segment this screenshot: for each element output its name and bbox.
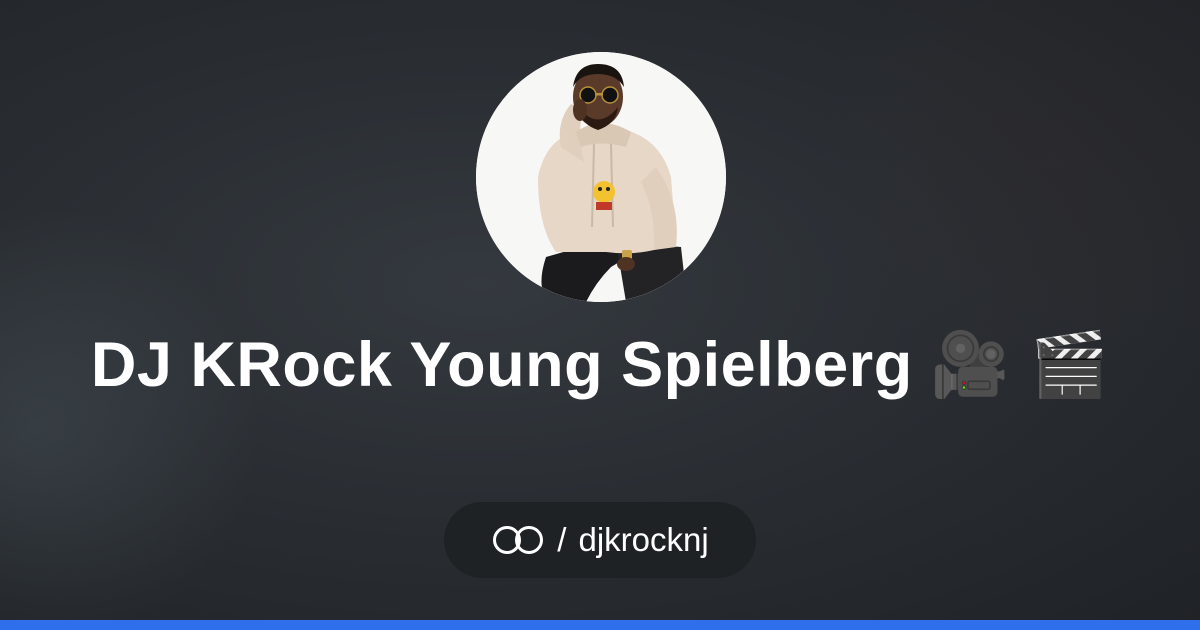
profile-handle-pill[interactable]: / djkrocknj — [444, 502, 756, 578]
title-emoji: 🎥 🎬 — [930, 328, 1110, 401]
profile-avatar — [476, 52, 726, 302]
avatar-illustration — [476, 52, 726, 302]
handle-text: djkrocknj — [578, 521, 709, 558]
profile-title: DJ KRock Young Spielberg 🎥 🎬 — [60, 328, 1140, 402]
accent-bar — [0, 620, 1200, 630]
display-name: DJ KRock Young Spielberg — [90, 330, 913, 400]
handle-separator: / — [557, 521, 567, 558]
linked-rings-icon — [491, 524, 545, 556]
